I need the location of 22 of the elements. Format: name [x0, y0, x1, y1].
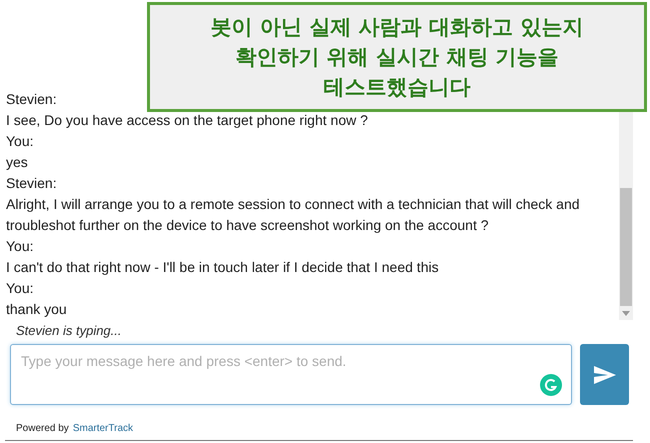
sender-name: Stevien:: [6, 174, 58, 193]
scrollbar[interactable]: [619, 110, 633, 320]
message-text: I see, Do you have access on the target phone right now ?: [6, 111, 369, 130]
scrollbar-thumb[interactable]: [620, 188, 632, 306]
sender-name: You:: [6, 132, 35, 151]
smartertrack-link[interactable]: SmarterTrack: [72, 421, 134, 436]
annotation-text: 테스트했습니다: [324, 74, 470, 101]
annotation-text: 봇이 아닌 실제 사람과 대화하고 있는지: [210, 14, 584, 41]
assistant-badge-icon[interactable]: [540, 374, 562, 396]
typing-indicator: Stevien is typing...: [15, 322, 122, 340]
sender-name: Stevien:: [6, 90, 58, 109]
send-icon: [594, 366, 616, 384]
sender-name: You:: [6, 237, 35, 256]
sender-name: You:: [6, 279, 35, 298]
message-text: I can't do that right now - I'll be in touch later if I decide that I need this: [6, 258, 440, 277]
message-text: thank you: [6, 300, 68, 319]
send-button[interactable]: [580, 344, 629, 405]
annotation-text: 확인하기 위해 실시간 채팅 기능을: [235, 44, 559, 71]
powered-by-label: Powered by: [16, 422, 69, 436]
message-text: yes: [6, 153, 29, 172]
message-input[interactable]: Type your message here and press <enter> to send.: [10, 344, 572, 405]
message-text: Alright, I will arrange you to a remote session to connect with a technician that will check and troubleshot further on the device to have screenshot working on the account ?: [6, 195, 581, 235]
